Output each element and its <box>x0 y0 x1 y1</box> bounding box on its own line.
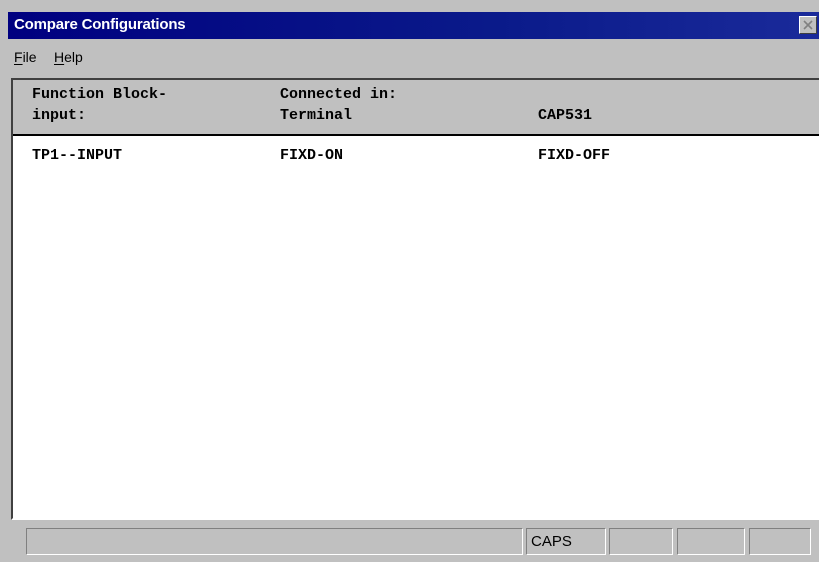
header-connected-in: Connected in: <box>280 86 398 103</box>
header-terminal: Terminal <box>280 107 353 124</box>
compare-configurations-window: Compare Configurations File Help Functio… <box>0 0 819 562</box>
header-function-block-line2: input: <box>32 107 87 124</box>
status-panel-extra <box>749 528 811 555</box>
comparison-table: Function Block- input: Connected in: Ter… <box>11 78 819 520</box>
cell-cap531: FIXD-OFF <box>538 147 611 164</box>
status-bar: CAPS <box>8 522 819 562</box>
table-row[interactable]: TP1--INPUT FIXD-ON FIXD-OFF <box>13 142 819 166</box>
close-button[interactable] <box>799 16 817 34</box>
menu-file-mnemonic: F <box>14 49 23 65</box>
menu-help-mnemonic: H <box>54 49 65 65</box>
status-panel-caps: CAPS <box>526 528 606 555</box>
header-cap531: CAP531 <box>538 107 593 124</box>
menu-file-label: ile <box>22 49 37 65</box>
menu-help[interactable]: Help <box>54 49 83 65</box>
caps-indicator: CAPS <box>531 533 572 550</box>
close-icon <box>803 20 813 30</box>
title-bar[interactable]: Compare Configurations <box>8 12 819 39</box>
menu-file[interactable]: File <box>14 49 37 65</box>
status-panel-num <box>609 528 673 555</box>
status-panel-main <box>26 528 523 555</box>
cell-function-block: TP1--INPUT <box>32 147 123 164</box>
table-header: Function Block- input: Connected in: Ter… <box>13 80 819 136</box>
menu-help-label: elp <box>64 49 83 65</box>
menu-bar: File Help <box>8 42 819 70</box>
cell-terminal: FIXD-ON <box>280 147 344 164</box>
header-function-block-line1: Function Block- <box>32 86 168 103</box>
window-title: Compare Configurations <box>14 16 186 33</box>
status-panel-scroll <box>677 528 745 555</box>
